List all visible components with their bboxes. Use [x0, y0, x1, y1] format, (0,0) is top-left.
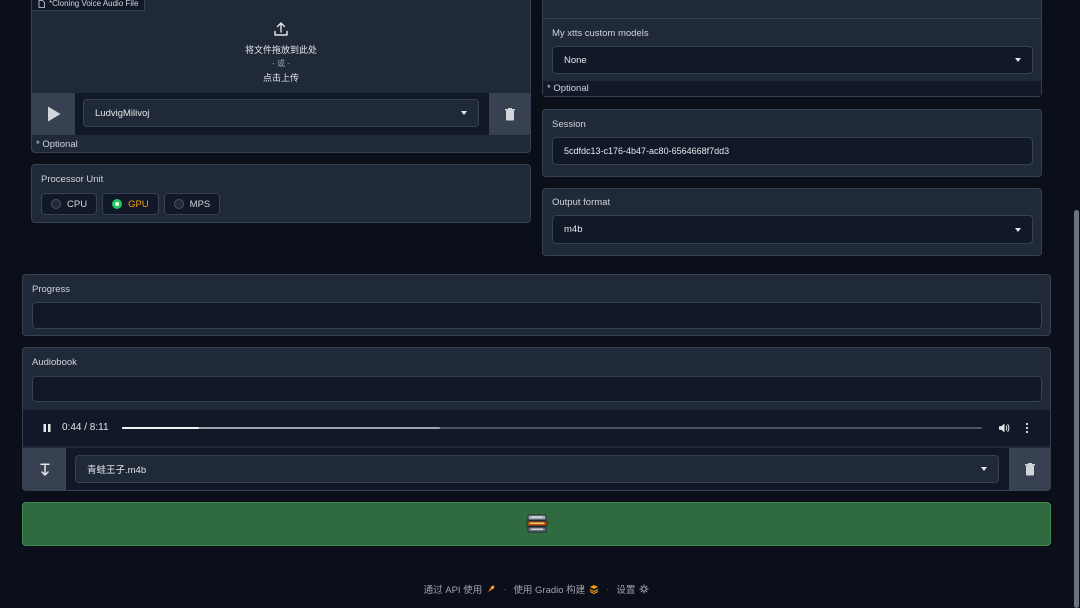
audiobook-panel: Audiobook 0:44 / 8:11 青蛙王子.m4b [22, 347, 1051, 491]
convert-button[interactable] [22, 502, 1051, 546]
books-icon [526, 514, 547, 533]
player-time: 0:44 / 8:11 [62, 422, 109, 433]
footer: 通过 API 使用 · 使用 Gradio 构建 · 设置 [0, 582, 1073, 596]
volume-icon[interactable] [998, 422, 1010, 434]
previous-field-bottom [543, 0, 1041, 19]
audio-player: 0:44 / 8:11 [23, 410, 1050, 446]
session-input[interactable]: 5cdfdc13-c176-4b47-ac80-6564668f7dd3 [552, 137, 1033, 165]
audiobook-file-value: 青蛙王子.m4b [87, 465, 147, 476]
scrollbar-thumb[interactable] [1074, 210, 1079, 608]
gradio-logo-icon [589, 585, 599, 594]
custom-models-optional-note: * Optional [547, 83, 589, 94]
delete-voice-button[interactable] [489, 93, 530, 135]
footer-built-link[interactable]: 使用 Gradio 构建 [513, 582, 585, 596]
progress-label: Progress [32, 284, 71, 295]
radio-gpu[interactable]: GPU [102, 193, 159, 215]
radio-mps-label: MPS [189, 198, 211, 210]
radio-dot [51, 199, 61, 209]
trash-icon [1024, 462, 1035, 475]
seek-bar[interactable] [122, 427, 982, 429]
footer-settings-link[interactable]: 设置 [616, 582, 635, 596]
chevron-down-icon [1015, 227, 1021, 232]
download-icon [39, 462, 50, 476]
upload-icon [274, 21, 288, 36]
audiobook-file-select[interactable]: 青蛙王子.m4b [75, 455, 999, 483]
upload-dropzone[interactable]: 将文件拖放到此处 - 或 - 点击上传 [32, 11, 530, 93]
or-text: - 或 - [272, 58, 290, 68]
chevron-down-icon [981, 467, 987, 471]
play-preview-button[interactable] [32, 93, 75, 135]
output-format-select[interactable]: m4b [552, 215, 1033, 244]
delete-audiobook-button[interactable] [1009, 448, 1050, 490]
custom-models-optional-row: * Optional [543, 81, 1041, 96]
rocket-icon [488, 585, 495, 592]
footer-api-link[interactable]: 通过 API 使用 [424, 582, 483, 596]
voice-select-value: LudvigMilivoj [95, 107, 150, 119]
processor-label: Processor Unit [41, 174, 104, 185]
radio-dot-selected [112, 199, 123, 209]
radio-cpu[interactable]: CPU [41, 193, 98, 215]
footer-separator: · [606, 583, 610, 595]
footer-separator: · [503, 583, 507, 595]
download-button[interactable] [23, 448, 66, 490]
radio-gpu-label: GPU [128, 198, 149, 210]
voice-row: LudvigMilivoj [32, 93, 530, 135]
processor-panel: Processor Unit CPU GPU MPS [31, 164, 531, 223]
output-format-label: Output format [552, 197, 611, 208]
gear-icon[interactable] [639, 584, 649, 594]
chevron-down-icon [1015, 58, 1021, 62]
radio-dot [173, 199, 184, 209]
voice-optional-note: * Optional [36, 139, 78, 150]
audiobook-label: Audiobook [32, 357, 77, 368]
voice-upload-panel: *Cloning Voice Audio File 将文件拖放到此处 - 或 -… [31, 0, 531, 153]
trash-icon [504, 107, 515, 120]
custom-models-label: My xtts custom models [552, 28, 649, 39]
file-icon [38, 0, 45, 8]
output-format-value: m4b [564, 224, 583, 235]
pause-icon[interactable] [42, 423, 52, 433]
session-panel: Session 5cdfdc13-c176-4b47-ac80-6564668f… [542, 109, 1042, 177]
scrollbar-track[interactable] [1073, 0, 1080, 608]
seek-played [122, 427, 200, 429]
audiobook-textbox[interactable] [32, 376, 1042, 402]
processor-options: CPU GPU MPS [41, 193, 221, 215]
drop-text: 将文件拖放到此处 [244, 44, 317, 55]
session-label: Session [552, 119, 586, 130]
custom-models-select[interactable]: None [552, 46, 1033, 74]
session-value: 5cdfdc13-c176-4b47-ac80-6564668f7dd3 [564, 146, 730, 156]
progress-textbox[interactable] [32, 302, 1042, 329]
custom-models-value: None [564, 54, 587, 66]
custom-models-panel: My xtts custom models None * Optional [542, 0, 1042, 97]
voice-select[interactable]: LudvigMilivoj [83, 99, 479, 127]
radio-mps[interactable]: MPS [163, 193, 221, 215]
play-icon [47, 106, 60, 122]
chevron-down-icon [461, 111, 467, 115]
click-upload-text: 点击上传 [262, 72, 299, 83]
radio-cpu-label: CPU [67, 198, 88, 210]
more-options-icon[interactable] [1025, 422, 1029, 434]
output-format-panel: Output format m4b [542, 188, 1042, 256]
upload-tab-label: *Cloning Voice Audio File [32, 0, 146, 11]
audiobook-file-row: 青蛙王子.m4b [23, 448, 1050, 490]
upload-tab-text: *Cloning Voice Audio File [49, 0, 139, 8]
progress-panel: Progress [22, 274, 1051, 336]
